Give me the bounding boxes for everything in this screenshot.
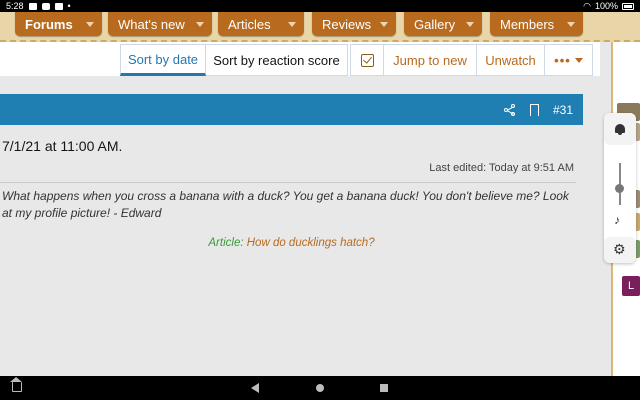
article-title[interactable]: How do ducklings hatch? — [247, 237, 375, 249]
wifi-icon: ◠ — [583, 0, 591, 11]
select-checkbox[interactable] — [350, 44, 384, 76]
b-icon — [54, 2, 63, 10]
chevron-down-icon[interactable] — [86, 22, 94, 27]
chevron-down-icon — [574, 57, 583, 63]
notification-icon — [28, 2, 37, 10]
share-icon[interactable] — [503, 103, 516, 116]
nav-articles[interactable]: Articles — [218, 12, 304, 36]
app-icon — [41, 2, 50, 10]
sort-by-date-tab[interactable]: Sort by date — [120, 44, 206, 76]
floating-controls: ♪ ⚙ — [604, 113, 636, 263]
sort-by-reaction-tab[interactable]: Sort by reaction score — [206, 44, 348, 76]
gear-icon[interactable]: ⚙ — [613, 241, 626, 258]
home-icon[interactable] — [316, 384, 324, 392]
jump-to-new-button[interactable]: Jump to new — [384, 44, 477, 76]
chevron-down-icon[interactable] — [567, 22, 575, 27]
unwatch-button[interactable]: Unwatch — [477, 44, 545, 76]
signature-divider — [0, 182, 576, 183]
post: #31 7/1/21 at 11:00 AM. Last edited: Tod… — [0, 94, 583, 376]
article-prefix: Article: — [208, 237, 244, 249]
music-note-icon: ♪ — [614, 213, 620, 227]
nav-label: Gallery — [414, 16, 456, 32]
battery-text: 100% — [594, 1, 618, 11]
back-icon[interactable] — [251, 383, 259, 393]
status-bar: 5:28 • ◠ 100% — [0, 0, 640, 12]
dot-icon: • — [67, 1, 71, 11]
chevron-down-icon[interactable] — [380, 22, 388, 27]
battery-icon — [622, 2, 634, 10]
post-timestamp: 7/1/21 at 11:00 AM. — [2, 138, 123, 154]
nav-label: Reviews — [322, 16, 372, 32]
article-link[interactable]: Article: How do ducklings hatch? — [0, 237, 583, 249]
android-nav-bar — [0, 376, 640, 400]
nav-label: Forums — [25, 16, 73, 32]
nav-label: Articles — [228, 16, 271, 32]
bell-section[interactable] — [604, 113, 636, 145]
more-dots: ••• — [554, 52, 571, 68]
nav-whats-new[interactable]: What's new — [108, 12, 212, 36]
thread-toolbar: Sort by date Sort by reaction score Jump… — [0, 42, 600, 76]
volume-slider-knob[interactable] — [615, 184, 624, 193]
chevron-down-icon[interactable] — [466, 22, 474, 27]
app-root: 5:28 • ◠ 100% Forums What's new Articles… — [0, 0, 640, 400]
post-number[interactable]: #31 — [553, 103, 573, 117]
nav-members[interactable]: Members — [490, 12, 583, 36]
bell-icon[interactable] — [615, 124, 625, 135]
chevron-down-icon[interactable] — [288, 22, 296, 27]
status-time: 5:28 — [6, 1, 24, 11]
nav-forums[interactable]: Forums — [15, 12, 102, 36]
chevron-down-icon[interactable] — [196, 22, 204, 27]
checkbox-icon[interactable] — [360, 53, 374, 67]
home-shortcut-icon[interactable] — [10, 377, 22, 392]
last-edited: Last edited: Today at 9:51 AM — [429, 162, 574, 174]
post-header: #31 — [0, 94, 583, 125]
nav-label: What's new — [118, 16, 185, 32]
signature-text: What happens when you cross a banana wit… — [2, 189, 569, 220]
settings-section[interactable]: ⚙ — [604, 237, 636, 263]
main-nav: Forums What's new Articles Reviews Galle… — [0, 12, 640, 42]
side-badge[interactable]: L — [622, 276, 640, 296]
nav-label: Members — [500, 16, 555, 32]
nav-gallery[interactable]: Gallery — [404, 12, 482, 36]
nav-reviews[interactable]: Reviews — [312, 12, 396, 36]
recent-apps-icon[interactable] — [380, 384, 388, 392]
more-menu-button[interactable]: ••• — [545, 44, 593, 76]
bookmark-icon[interactable] — [529, 103, 539, 118]
